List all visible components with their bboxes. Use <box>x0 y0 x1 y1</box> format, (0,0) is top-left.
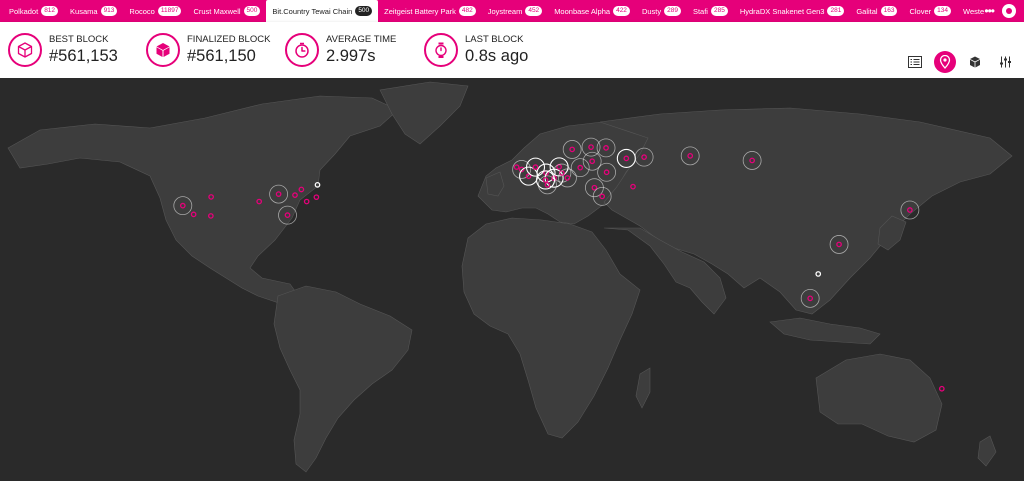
average-time-label: AVERAGE TIME <box>326 34 397 45</box>
github-icon[interactable] <box>1002 4 1016 18</box>
chain-tab[interactable]: Crust Maxwell 500 <box>187 0 266 22</box>
continent-south-america <box>273 285 413 473</box>
continent-greenland <box>379 81 469 145</box>
timer-icon <box>285 33 319 67</box>
chain-tab-label: Joystream <box>487 6 523 16</box>
finalized-block-value: #561,150 <box>187 47 256 65</box>
last-block-tile: LAST BLOCK 0.8s ago <box>424 30 528 70</box>
stopwatch-icon <box>424 33 458 67</box>
chain-node-count-badge: 500 <box>355 6 373 16</box>
best-block-label: BEST BLOCK <box>49 34 109 45</box>
average-time-value: 2.997s <box>326 47 376 65</box>
chain-node-count-badge: 500 <box>243 6 261 16</box>
chain-node-count-badge: 482 <box>458 6 476 16</box>
chain-node-count-badge: 285 <box>710 6 728 16</box>
node-marker[interactable] <box>938 385 945 392</box>
chain-tab[interactable]: HydraDX Snakenet Gen3 281 <box>734 0 851 22</box>
chain-tab-label: Stafi <box>692 6 708 16</box>
continents <box>7 81 1013 473</box>
chain-node-count-badge: 163 <box>880 6 898 16</box>
chain-tabs: Polkadot 812 Kusama 913 Rococo 11897 Crust Max… <box>0 0 1024 22</box>
finalized-block-label: FINALIZED BLOCK <box>187 34 271 45</box>
chain-node-count-badge: 134 <box>934 6 952 16</box>
cube-outline-icon <box>8 33 42 67</box>
cube-solid-icon <box>146 33 180 67</box>
chain-tab[interactable]: Dusty 289 <box>636 0 687 22</box>
chain-tab[interactable]: Rococo 11897 <box>123 0 187 22</box>
chain-node-count-badge: 422 <box>613 6 630 16</box>
list-icon <box>908 56 922 68</box>
chain-tab-label: Crust Maxwell <box>193 6 241 16</box>
cube-icon <box>970 56 980 68</box>
chain-node-count-badge: 913 <box>100 6 118 16</box>
last-block-label: LAST BLOCK <box>465 34 524 45</box>
finalized-block-tile: FINALIZED BLOCK #561,150 <box>146 30 270 70</box>
chain-tab-label: Moonbase Alpha <box>554 6 611 16</box>
chain-tab-label: Clover <box>909 6 932 16</box>
average-time-tile: AVERAGE TIME 2.997s <box>285 30 396 70</box>
chain-tab-label: Bit.Country Tewai Chain <box>272 6 353 16</box>
chain-tab[interactable]: Zeitgeist Battery Park 482 <box>378 0 482 22</box>
consensus-view-button[interactable] <box>964 51 986 73</box>
chain-tab[interactable]: Galital 163 <box>850 0 903 22</box>
more-chains-button[interactable]: ••• <box>984 5 995 17</box>
sliders-icon <box>999 56 1011 68</box>
chain-tab-label: Galital <box>856 6 878 16</box>
chain-tab-label: Rococo <box>129 6 155 16</box>
continent-new-zealand <box>977 435 997 467</box>
chain-node-count-badge: 812 <box>41 6 59 16</box>
continent-sea-islands <box>769 317 881 345</box>
chain-node-count-badge: 11897 <box>157 6 182 16</box>
map-view-button[interactable] <box>934 51 956 73</box>
best-block-value: #561,153 <box>49 47 118 65</box>
chain-node-count-badge: 281 <box>827 6 845 16</box>
chain-tab-label: Dusty <box>641 6 662 16</box>
chain-tab-label: Kusama <box>70 6 98 16</box>
chain-tab-label: Zeitgeist Battery Park <box>384 6 456 16</box>
chain-tab-label: HydraDX Snakenet Gen3 <box>739 6 825 16</box>
map-pin-icon <box>939 55 951 69</box>
world-map[interactable] <box>0 78 1024 481</box>
node-marker[interactable] <box>313 194 320 201</box>
stats-header: BEST BLOCK #561,153 FINALIZED BLOCK #561… <box>0 22 1024 78</box>
chain-tab[interactable]: Joystream 452 <box>482 0 548 22</box>
chain-tab[interactable]: Polkadot 812 <box>3 0 64 22</box>
last-block-value: 0.8s ago <box>465 47 529 65</box>
settings-view-button[interactable] <box>994 51 1016 73</box>
chain-tab[interactable]: Kusama 913 <box>64 0 123 22</box>
chain-tab-label: Polkadot <box>9 6 39 16</box>
telemetry-app: Polkadot 812 Kusama 913 Rococo 11897 Crust Max… <box>0 0 1024 481</box>
continent-north-america <box>7 95 399 305</box>
chain-tab[interactable]: Clover 134 <box>903 0 957 22</box>
chain-tab[interactable]: Moonbase Alpha 422 <box>548 0 636 22</box>
continent-australia <box>815 353 943 443</box>
continent-madagascar <box>635 367 651 409</box>
chain-node-count-badge: 289 <box>664 6 681 16</box>
node-marker[interactable] <box>303 198 310 205</box>
world-map-svg <box>7 81 1013 473</box>
view-switcher <box>904 51 1016 73</box>
chain-tab[interactable]: Bit.Country Tewai Chain 500 <box>266 0 379 22</box>
chain-tab[interactable]: Stafi 285 <box>687 0 734 22</box>
top-actions: ••• <box>984 0 1024 22</box>
continent-asia <box>599 107 1013 315</box>
chain-node-count-badge: 452 <box>525 6 543 16</box>
continent-africa <box>461 217 641 439</box>
list-view-button[interactable] <box>904 51 926 73</box>
best-block-tile: BEST BLOCK #561,153 <box>8 30 118 70</box>
